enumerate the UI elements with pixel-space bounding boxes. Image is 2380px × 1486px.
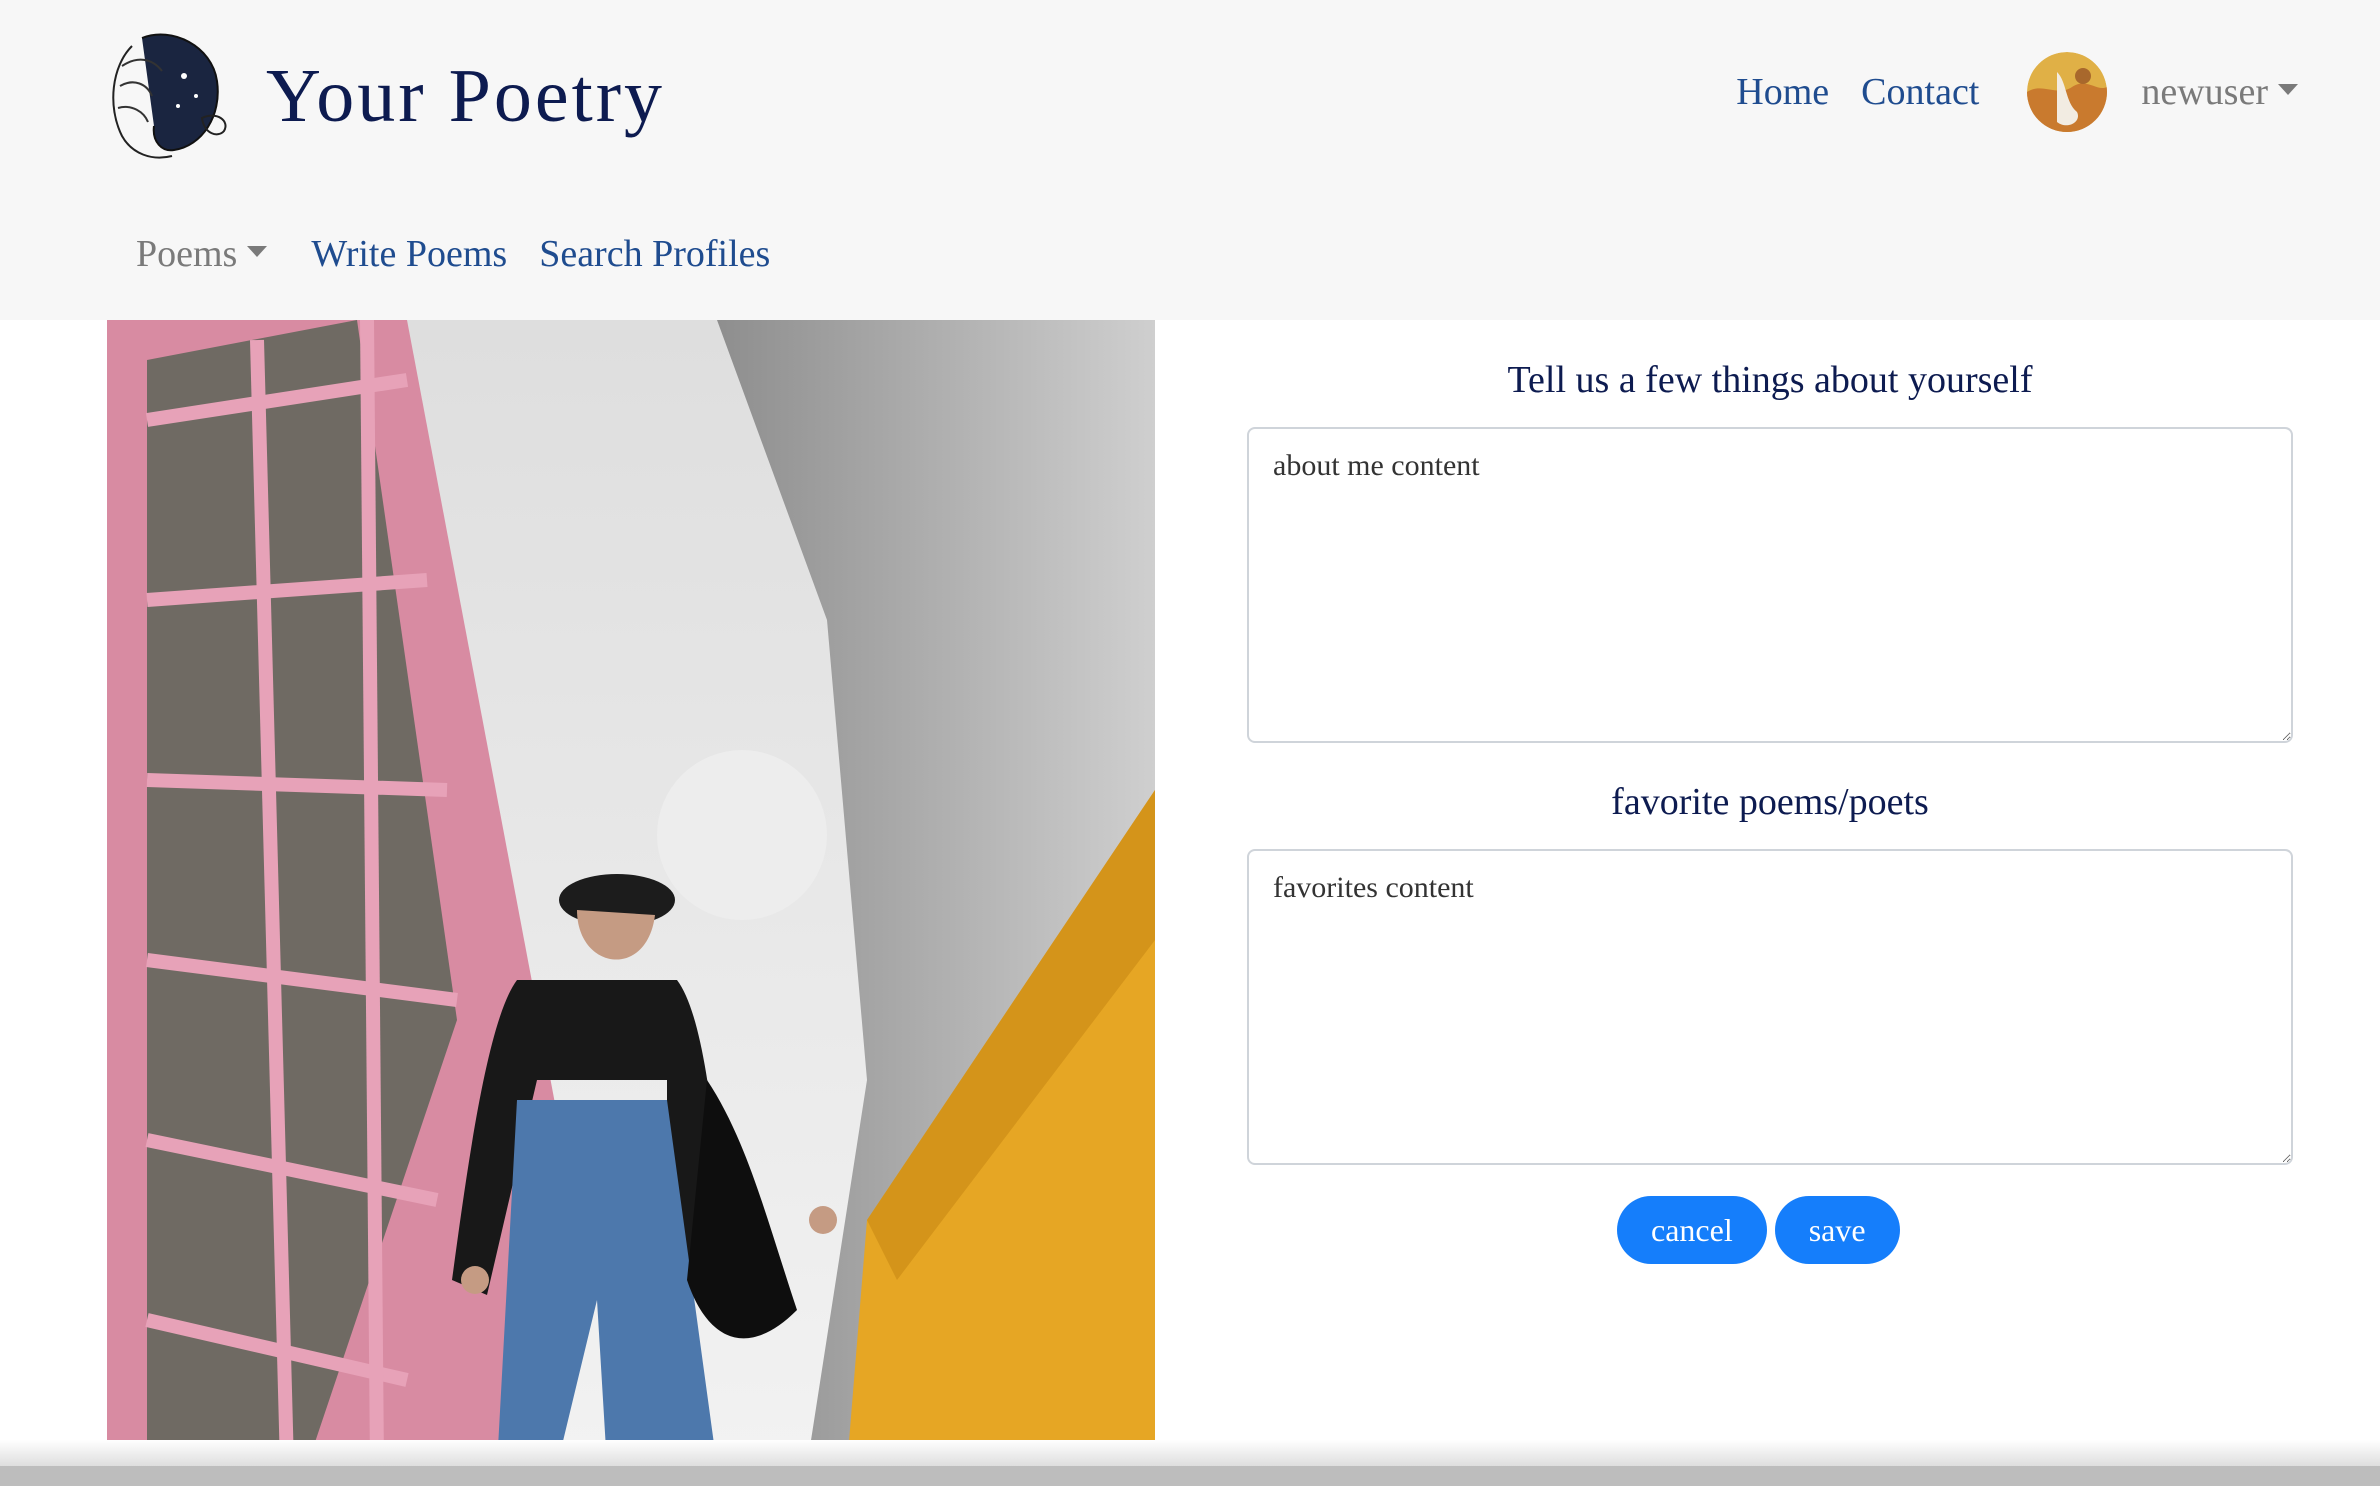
username-label: newuser	[2141, 71, 2268, 113]
brand-title[interactable]: Your Poetry	[266, 53, 665, 140]
favorites-textarea[interactable]: favorites content	[1247, 849, 2293, 1165]
chevron-down-icon	[247, 245, 268, 257]
nav-right: Home Contact newuser	[1704, 52, 2298, 132]
nav-home-link[interactable]: Home	[1736, 70, 1829, 114]
navbar: Your Poetry Home Contact newuser Poems W…	[0, 0, 2380, 320]
form-actions: cancel save	[1617, 1196, 1900, 1264]
about-label: Tell us a few things about yourself	[1507, 359, 2033, 401]
write-poems-link[interactable]: Write Poems	[311, 232, 507, 276]
bottom-bar	[0, 1466, 2380, 1486]
user-avatar-icon[interactable]	[2027, 52, 2108, 132]
nav-left: Poems Write Poems Search Profiles	[136, 232, 770, 276]
cancel-button[interactable]: cancel	[1617, 1196, 1767, 1264]
chevron-down-icon	[2278, 83, 2298, 95]
about-textarea[interactable]: about me content	[1247, 427, 2293, 743]
favorites-label: favorite poems/poets	[1611, 781, 1929, 823]
user-dropdown[interactable]: newuser	[2141, 70, 2298, 114]
poems-label: Poems	[136, 233, 238, 275]
poet-face-logo-icon	[112, 33, 227, 159]
search-profiles-link[interactable]: Search Profiles	[539, 232, 770, 276]
page: Your Poetry Home Contact newuser Poems W…	[0, 0, 2380, 1486]
save-button[interactable]: save	[1774, 1196, 1900, 1264]
profile-photo	[107, 320, 1155, 1466]
poems-dropdown[interactable]: Poems	[136, 232, 268, 276]
brand[interactable]: Your Poetry	[92, 26, 665, 166]
nav-contact-link[interactable]: Contact	[1861, 70, 1979, 114]
